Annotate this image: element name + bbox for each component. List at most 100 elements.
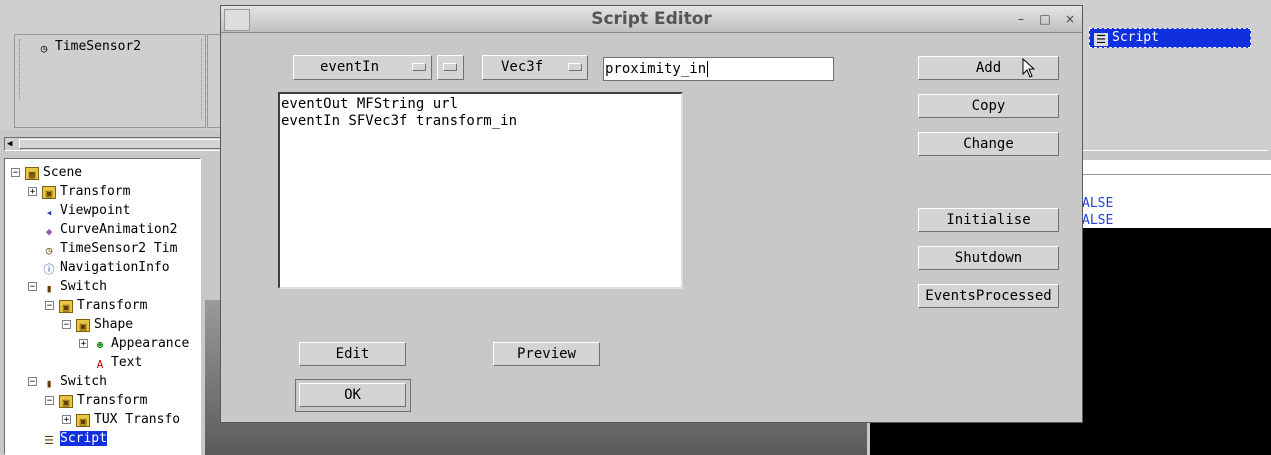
transform-icon: ▣	[76, 414, 90, 428]
shutdown-button[interactable]: Shutdown	[918, 246, 1059, 270]
tree-item[interactable]: ▣ Shape	[76, 315, 133, 334]
collapse-icon[interactable]: −	[11, 168, 20, 178]
switch-icon: ▮	[45, 282, 53, 295]
tree-item-label: NavigationInfo	[60, 260, 170, 275]
route-node-panel[interactable]: ◷ TimeSensor2	[14, 34, 206, 128]
field-type-value: Vec3f	[501, 59, 544, 75]
tree-item-label: Shape	[94, 317, 134, 332]
transform-icon: ▣	[59, 300, 73, 314]
transform-icon: ▣	[59, 395, 73, 409]
field-value[interactable]: ALSE	[1082, 213, 1113, 228]
appearance-icon: ☻	[96, 339, 104, 352]
collapse-icon[interactable]: −	[28, 377, 37, 387]
field-list[interactable]: eventOut MFString url eventIn SFVec3f tr…	[278, 92, 683, 289]
events-processed-button[interactable]: EventsProcessed	[918, 284, 1059, 308]
expand-icon[interactable]: +	[28, 187, 37, 197]
timesensor-node-label: TimeSensor2	[55, 39, 142, 54]
tree-item[interactable]: ▣ Transform	[59, 296, 147, 315]
tree-item-label: Transform	[77, 393, 148, 408]
event-type-select[interactable]: eventIn	[293, 55, 432, 80]
tree-item-label: Switch	[60, 374, 107, 389]
edit-button[interactable]: Edit	[299, 342, 406, 366]
tree-item[interactable]: ▮ Switch	[42, 372, 107, 391]
copy-button[interactable]: Copy	[918, 94, 1059, 118]
close-icon[interactable]: ×	[1061, 10, 1079, 28]
collapse-icon[interactable]: −	[28, 282, 37, 292]
expand-icon[interactable]: +	[79, 339, 88, 349]
event-type-value: eventIn	[320, 59, 380, 75]
field-name-value: proximity_in	[605, 61, 707, 77]
tree-item[interactable]: ⓘ NavigationInfo	[42, 258, 170, 277]
dropdown-arrow-icon	[412, 63, 426, 71]
tree-item-label: CurveAnimation2	[60, 222, 178, 237]
text-icon: A	[96, 358, 104, 371]
tree-item[interactable]: A Text	[93, 353, 143, 372]
tree-item-label: Transform	[77, 298, 148, 313]
route-ports-right	[195, 39, 202, 119]
transform-icon: ▣	[42, 186, 56, 200]
tree-item[interactable]: ▦ Scene	[25, 163, 82, 182]
script-icon: ☰	[1094, 33, 1108, 46]
minimize-icon[interactable]: –	[1012, 10, 1030, 28]
tree-item-label: Text	[111, 355, 143, 370]
timesensor-icon: ◷	[45, 244, 53, 257]
tree-item[interactable]: ☻ Appearance	[93, 334, 190, 353]
navigation-info-icon: ⓘ	[43, 263, 55, 276]
field-value[interactable]: ALSE	[1082, 196, 1113, 211]
field-type-select[interactable]: Vec3f	[482, 55, 588, 80]
title-bar[interactable]: Script Editor – □ ×	[221, 6, 1082, 33]
script-editor-dialog: Script Editor – □ × eventIn Vec3f proxim…	[220, 5, 1083, 423]
expand-icon[interactable]: +	[62, 415, 71, 425]
tree-item-label: Viewpoint	[60, 203, 131, 218]
curve-animation-icon: ◆	[45, 225, 53, 238]
tree-item-label: Transform	[60, 184, 131, 199]
change-button[interactable]: Change	[918, 132, 1059, 156]
text-caret	[707, 61, 709, 77]
viewpoint-icon: ◂	[45, 206, 53, 219]
tree-item[interactable]: ◆ CurveAnimation2	[42, 220, 178, 239]
tree-item[interactable]: ▮ Switch	[42, 277, 107, 296]
preview-button[interactable]: Preview	[493, 342, 600, 366]
tree-item[interactable]: ☰ Script	[42, 429, 107, 448]
collapse-icon[interactable]: −	[62, 320, 71, 330]
tree-item[interactable]: ◷ TimeSensor2 Tim	[42, 239, 178, 258]
tree-item[interactable]: ▣ Transform	[42, 182, 130, 201]
shape-icon: ▣	[76, 319, 90, 333]
dialog-title: Script Editor	[591, 9, 712, 29]
tree-item[interactable]: ▣ Transform	[59, 391, 147, 410]
tree-item-label: Script	[60, 431, 107, 446]
timesensor-icon: ◷	[40, 42, 48, 55]
initialise-button[interactable]: Initialise	[918, 208, 1059, 232]
timesensor-node[interactable]: ◷ TimeSensor2	[37, 39, 141, 55]
scene-tree[interactable]: − ▦ Scene + ▣ Transform ◂ Viewpoint ◆ CurveAnimat…	[4, 158, 201, 455]
field-name-input[interactable]: proximity_in	[603, 57, 834, 81]
mouse-pointer-icon	[1022, 58, 1036, 78]
tree-item[interactable]: ◂ Viewpoint	[42, 201, 131, 220]
ok-button[interactable]: OK	[299, 383, 406, 407]
dropdown-arrow-icon	[568, 63, 582, 71]
tree-item[interactable]: ▣ TUX Transfo	[76, 410, 180, 429]
tree-item-label: Appearance	[111, 336, 190, 351]
tree-item-label: Switch	[60, 279, 107, 294]
list-item[interactable]: eventOut MFString url	[281, 96, 680, 113]
script-node-tab-label: Script	[1112, 30, 1159, 45]
add-button[interactable]: Add	[918, 56, 1059, 80]
dropdown-arrow-icon	[443, 63, 457, 71]
right-header-strip	[1082, 130, 1271, 150]
route-ports-left	[19, 39, 26, 99]
scroll-left-icon[interactable]: ◀	[7, 139, 12, 149]
field-view-header	[1082, 160, 1271, 175]
collapse-icon[interactable]: −	[45, 396, 54, 406]
tree-item-label: TUX Transfo	[94, 412, 181, 427]
event-option-button[interactable]	[437, 55, 464, 80]
maximize-icon[interactable]: □	[1036, 10, 1054, 28]
tree-item-label: TimeSensor2 Tim	[60, 241, 178, 256]
field-view[interactable]: ALSE ALSE	[1082, 160, 1271, 228]
scene-icon: ▦	[25, 167, 39, 181]
collapse-icon[interactable]: −	[45, 301, 54, 311]
switch-icon: ▮	[45, 377, 53, 390]
list-item[interactable]: eventIn SFVec3f transform_in	[281, 113, 680, 130]
script-node-tab[interactable]: ☰ Script	[1089, 28, 1251, 48]
tree-item-label: Scene	[43, 165, 83, 180]
script-icon: ☰	[44, 434, 54, 447]
